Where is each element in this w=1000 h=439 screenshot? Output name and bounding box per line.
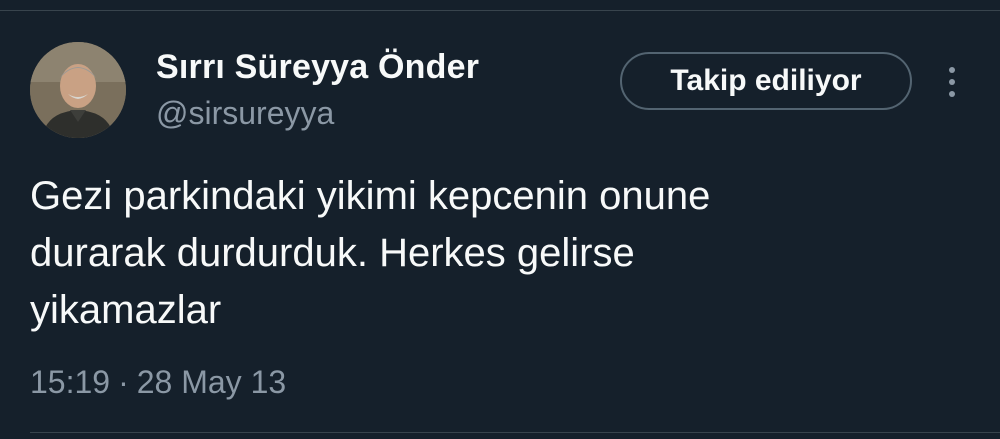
tweet-text-line: yikamazlar <box>30 288 222 332</box>
tweet-text-line: durarak durdurduk. Herkes gelirse <box>30 231 635 275</box>
more-options-button[interactable] <box>934 62 970 102</box>
tweet-timestamp[interactable]: 15:19 · 28 May 13 <box>30 364 286 401</box>
display-name[interactable]: Sırrı Süreyya Önder <box>156 48 479 87</box>
more-vertical-icon-dot-3 <box>949 91 955 97</box>
avatar[interactable] <box>30 42 126 138</box>
profile-photo-icon <box>30 42 126 138</box>
tweet-time: 15:19 <box>30 364 111 400</box>
tweet-text-line: Gezi parkindaki yikimi kepcenin onune <box>30 174 711 218</box>
top-divider <box>0 10 1000 11</box>
tweet-date: 28 May 13 <box>136 364 287 400</box>
following-button[interactable]: Takip ediliyor <box>620 52 912 110</box>
tweet-text: Gezi parkindaki yikimi kepcenin onune du… <box>30 168 930 339</box>
user-handle[interactable]: @sirsureyya <box>156 95 334 132</box>
bottom-divider <box>30 432 1000 433</box>
meta-separator: · <box>118 364 129 400</box>
more-vertical-icon-dot-2 <box>949 79 955 85</box>
more-vertical-icon <box>949 67 955 73</box>
